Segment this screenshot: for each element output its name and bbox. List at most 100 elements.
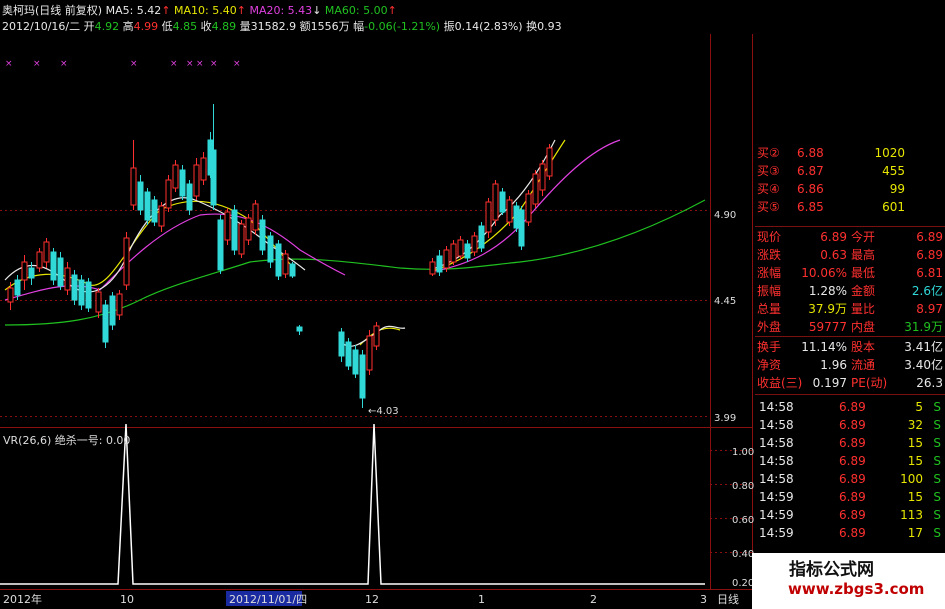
quote-value: 37.9万 xyxy=(808,302,847,316)
tick-time: 14:58 xyxy=(759,436,794,450)
quote-row: 总量 37.9万 量比 8.97 xyxy=(755,300,945,318)
candle-body xyxy=(478,225,485,249)
bid-price: 6.88 xyxy=(797,146,824,160)
quote-value: 0.63 xyxy=(820,248,847,262)
tick-price: 6.89 xyxy=(839,508,866,522)
bid-price: 6.86 xyxy=(797,182,824,196)
tick-time: 14:59 xyxy=(759,508,794,522)
candle-body xyxy=(259,219,266,251)
quote-label: 总量 xyxy=(757,302,782,316)
fund-row: 换手 11.14% 股本 3.41亿 xyxy=(755,338,945,356)
fund-label: PE(动) xyxy=(851,376,888,390)
down-arrow-icon: ↓ xyxy=(312,4,322,17)
quote-value: 2.6亿 xyxy=(911,284,943,298)
vr-tick: 0.60 xyxy=(732,515,754,526)
indicator-line xyxy=(0,423,705,585)
candle-body xyxy=(151,199,158,223)
candle-body xyxy=(217,219,224,271)
candle-body xyxy=(513,205,520,229)
tick-side: S xyxy=(933,436,941,450)
quote-value: 6.89 xyxy=(820,230,847,244)
candle-body xyxy=(200,157,207,181)
high-value: 4.99 xyxy=(133,20,159,33)
indicator-label[interactable]: VR(26,6) 绝杀一号: 0.00 xyxy=(3,432,130,448)
candle-body xyxy=(471,235,478,253)
bid-row: 买⑤ 6.85 601 xyxy=(755,198,945,216)
tick-volume: 15 xyxy=(907,436,923,450)
quote-row: 涨跌 0.63 最高 6.89 xyxy=(755,246,945,264)
tick-row: 14:58 6.89 100 S xyxy=(755,470,945,488)
fund-value: 3.41亿 xyxy=(904,340,943,354)
candle-body xyxy=(210,149,217,206)
candle-body xyxy=(130,167,137,206)
stock-name: 奥柯玛(日线 前复权) xyxy=(2,4,103,17)
open-label: 开 xyxy=(83,20,95,33)
svg-text:×: × xyxy=(233,59,241,69)
amount-value: 1556万 xyxy=(310,20,350,33)
time-label: 1 xyxy=(478,593,485,606)
tick-row: 14:59 6.89 15 S xyxy=(755,488,945,506)
fund-label: 净资 xyxy=(757,358,782,372)
candle-body xyxy=(193,164,200,197)
tick-volume: 100 xyxy=(900,472,923,486)
candle-body xyxy=(359,354,366,399)
candle-body xyxy=(525,193,532,223)
candle-body xyxy=(158,205,165,227)
bid-label: 买⑤ xyxy=(757,200,780,214)
candle-body xyxy=(366,335,373,371)
tick-price: 6.89 xyxy=(839,418,866,432)
quote-value: 6.81 xyxy=(916,266,943,280)
candle-body xyxy=(245,217,252,241)
candle-body xyxy=(123,237,130,286)
candle-body xyxy=(28,267,35,279)
time-label-cursor: 2012/11/01/四 xyxy=(229,593,307,606)
candle-body xyxy=(443,249,450,269)
open-value: 4.92 xyxy=(94,20,120,33)
tick-side: S xyxy=(933,454,941,468)
watermark-title: 指标公式网 xyxy=(789,560,874,580)
fund-value: 1.96 xyxy=(820,358,847,372)
quote-row: 涨幅 10.06% 最低 6.81 xyxy=(755,264,945,282)
tick-side: S xyxy=(933,418,941,432)
candle-body xyxy=(429,261,436,275)
price-tick: 4.90 xyxy=(714,210,736,221)
quote-label: 金额 xyxy=(851,284,876,298)
price-tick: 3.99 xyxy=(714,413,736,424)
time-axis: 2012年 10 2012/11/01/四 12 1 2 3 日线 xyxy=(3,591,739,606)
watermark-logo: 指标公式网 www.zbgs3.com xyxy=(752,553,945,609)
tick-row: 14:59 6.89 113 S xyxy=(755,506,945,524)
quote-label: 涨幅 xyxy=(757,266,782,280)
ma60-label: MA60: 5.00 xyxy=(324,4,388,17)
candle-body xyxy=(85,281,92,309)
candle-body xyxy=(172,164,179,189)
period-label: 日线 xyxy=(717,592,739,606)
tick-time: 14:58 xyxy=(759,454,794,468)
candle-body xyxy=(352,349,359,375)
bid-row: 买③ 6.87 455 xyxy=(755,162,945,180)
low-price-annotation: ←4.03 xyxy=(368,406,399,417)
candle-body xyxy=(109,295,116,326)
low-label: 低 xyxy=(161,20,173,33)
tick-time: 14:58 xyxy=(759,418,794,432)
candle-body xyxy=(179,169,186,197)
candlesticks xyxy=(7,104,553,408)
amplitude-label: 振 xyxy=(443,20,455,33)
tick-volume: 17 xyxy=(907,526,923,540)
tick-time: 14:58 xyxy=(759,400,794,414)
quote-label: 涨跌 xyxy=(757,248,782,262)
candle-body xyxy=(21,261,28,281)
candle-body xyxy=(238,223,245,255)
candle-body xyxy=(50,251,57,281)
candle-body xyxy=(57,257,64,287)
up-arrow-icon: ↑ xyxy=(236,4,246,17)
tick-side: S xyxy=(933,526,941,540)
quote-label: 量比 xyxy=(851,302,876,316)
candle-body xyxy=(499,191,506,213)
candle-body xyxy=(282,253,289,275)
quote-label: 内盘 xyxy=(851,320,876,334)
candle-body xyxy=(186,183,193,211)
tick-price: 6.89 xyxy=(839,436,866,450)
bid-label: 买② xyxy=(757,146,780,160)
candle-body xyxy=(43,241,50,263)
tick-volume: 32 xyxy=(907,418,923,432)
